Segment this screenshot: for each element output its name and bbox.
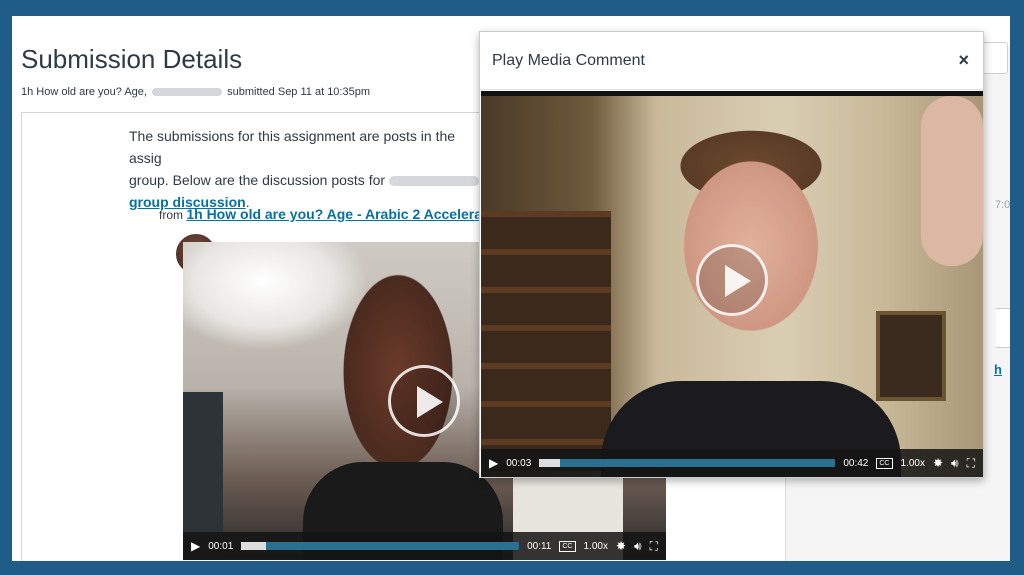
progress-fill bbox=[241, 542, 267, 550]
redacted-student bbox=[388, 176, 479, 187]
captions-button[interactable]: CC bbox=[559, 540, 576, 552]
from-label: from bbox=[159, 208, 183, 222]
video-background bbox=[876, 311, 946, 401]
video-controls: ▶ 00:01 00:11 CC 1.00x ✸ 🔊︎ ⛶ bbox=[183, 532, 666, 560]
settings-icon[interactable]: ✸ bbox=[933, 457, 943, 469]
sidebar-field[interactable] bbox=[996, 308, 1010, 348]
sidebar-partial-link[interactable]: h bbox=[994, 362, 1002, 377]
desc-line-1: The submissions for this assignment are … bbox=[129, 128, 456, 166]
submitted-time: submitted Sep 11 at 10:35pm bbox=[227, 86, 370, 98]
play-overlay-button[interactable] bbox=[696, 244, 768, 316]
current-time: 00:03 bbox=[506, 457, 532, 469]
video-background bbox=[481, 211, 611, 471]
captions-button[interactable]: CC bbox=[876, 457, 893, 469]
fullscreen-icon[interactable]: ⛶ bbox=[650, 540, 658, 552]
dialog-title: Play Media Comment bbox=[492, 52, 645, 69]
total-time: 00:11 bbox=[527, 540, 552, 552]
settings-icon[interactable]: ✸ bbox=[616, 540, 626, 552]
play-icon[interactable]: ▶ bbox=[191, 540, 200, 552]
submission-description: The submissions for this assignment are … bbox=[129, 125, 489, 213]
play-media-comment-dialog: Play Media Comment × ▶ 00:03 00:42 CC 1.… bbox=[479, 31, 984, 478]
discussion-topic-link[interactable]: 1h How old are you? Age - Arabic 2 Accel… bbox=[186, 206, 503, 222]
assignment-name: 1h How old are you? Age, bbox=[21, 86, 147, 98]
redacted-name bbox=[152, 88, 223, 97]
close-icon[interactable]: × bbox=[958, 50, 969, 71]
submission-info: 1h How old are you? Age, submitted Sep 1… bbox=[21, 86, 370, 98]
playback-speed[interactable]: 1.00x bbox=[901, 458, 925, 469]
media-comment-video-player[interactable]: ▶ 00:03 00:42 CC 1.00x ✸ 🔊︎ ⛶ bbox=[481, 91, 983, 477]
desc-line-2: group. Below are the discussion posts fo… bbox=[129, 172, 386, 188]
play-icon[interactable]: ▶ bbox=[489, 457, 498, 469]
volume-icon[interactable]: 🔊︎ bbox=[634, 540, 642, 552]
video-controls: ▶ 00:03 00:42 CC 1.00x ✸ 🔊︎ ⛶ bbox=[481, 449, 983, 477]
dialog-header: Play Media Comment × bbox=[480, 32, 983, 90]
page-title: Submission Details bbox=[21, 44, 243, 74]
progress-bar[interactable] bbox=[539, 459, 836, 467]
fullscreen-icon[interactable]: ⛶ bbox=[967, 457, 975, 469]
current-time: 00:01 bbox=[208, 540, 234, 552]
total-time: 00:42 bbox=[843, 457, 869, 469]
volume-icon[interactable]: 🔊︎ bbox=[951, 457, 959, 469]
playback-speed[interactable]: 1.00x bbox=[584, 541, 608, 552]
sidebar-partial-text: 7:0 bbox=[995, 199, 1010, 211]
play-overlay-button[interactable] bbox=[388, 365, 460, 437]
from-line: from 1h How old are you? Age - Arabic 2 … bbox=[159, 206, 503, 222]
outer-frame: Submission Details 1h How old are you? A… bbox=[0, 0, 1024, 575]
progress-fill bbox=[539, 459, 560, 467]
progress-bar[interactable] bbox=[241, 542, 520, 550]
video-subject bbox=[921, 96, 983, 266]
